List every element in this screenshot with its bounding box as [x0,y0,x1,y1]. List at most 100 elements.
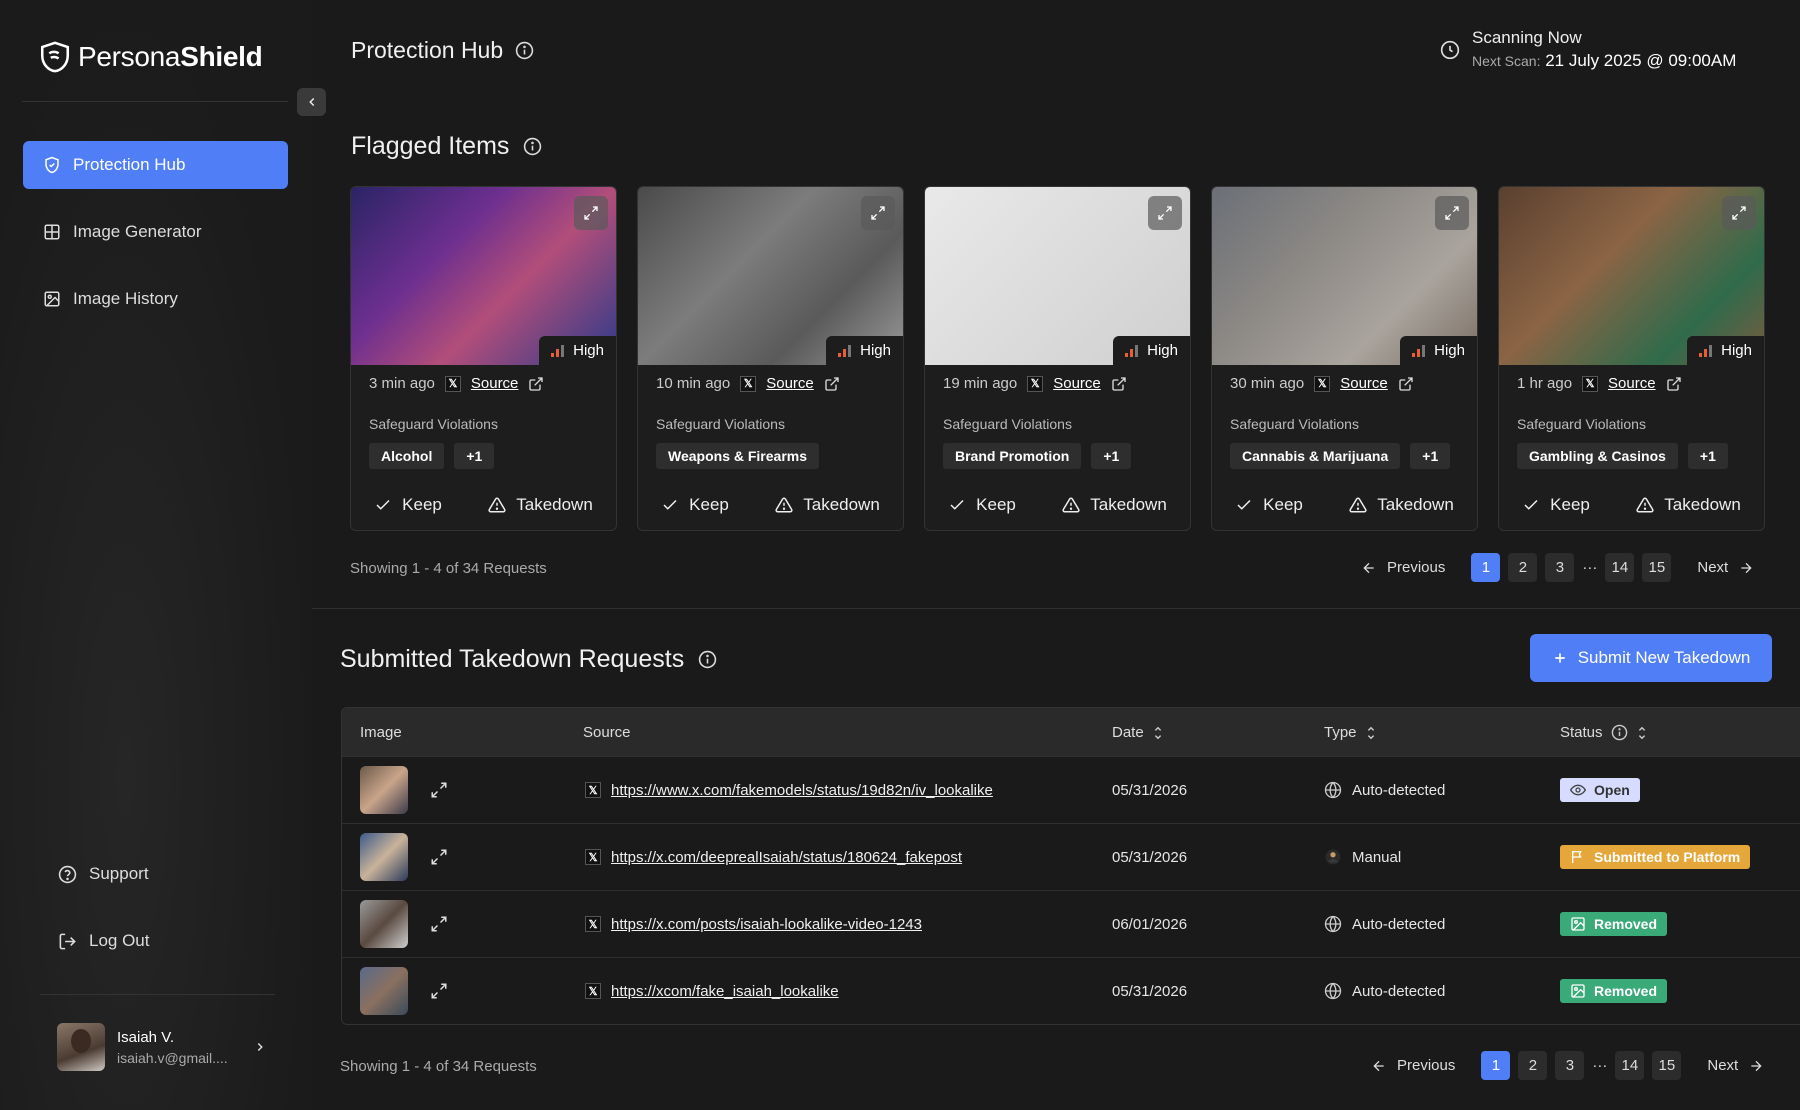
column-date[interactable]: Date [1112,724,1164,741]
keep-button[interactable]: Keep [374,495,442,515]
logout-link[interactable]: Log Out [58,931,150,951]
check-icon [663,499,677,510]
sort-icon [1154,726,1161,739]
brand-logo[interactable]: PersonaShield [38,40,263,74]
signal-bars-icon [1125,344,1139,357]
flagged-image[interactable]: High [1499,187,1764,365]
check-icon [1524,499,1538,510]
next-page-button[interactable]: Next [1707,1057,1764,1074]
expand-icon[interactable] [430,982,448,1000]
source-link[interactable]: Source [1053,375,1101,392]
page-2-button[interactable]: 2 [1508,553,1538,582]
takedown-thumbnail[interactable] [360,967,408,1015]
takedown-button[interactable]: Takedown [1349,495,1454,515]
x-logo-icon: 𝕏 [585,983,601,999]
scan-status: Scanning Now Next Scan: 21 July 2025 @ 0… [1440,28,1736,71]
warning-icon [488,497,506,513]
source-url-link[interactable]: https://xcom/fake_isaiah_lookalike [611,983,839,1000]
row-type-cell: Auto-detected [1324,757,1445,823]
external-link-icon[interactable] [1111,376,1127,392]
violation-more-tag[interactable]: +1 [1410,443,1451,469]
next-page-button[interactable]: Next [1697,559,1754,576]
takedown-thumbnail[interactable] [360,900,408,948]
signal-bars-icon [838,344,852,357]
page-3-button[interactable]: 3 [1555,1051,1585,1080]
source-url-link[interactable]: https://x.com/deeprealIsaiah/status/1806… [611,849,962,866]
row-source-cell: 𝕏https://xcom/fake_isaiah_lookalike [585,958,839,1024]
user-profile[interactable]: Isaiah V. isaiah.v@gmail.... [57,1023,267,1071]
external-link-icon[interactable] [824,376,840,392]
takedown-thumbnail[interactable] [360,833,408,881]
row-image-cell [360,824,448,890]
check-icon [950,499,964,510]
row-date: 05/31/2026 [1112,982,1188,1000]
flagged-image[interactable]: High [351,187,616,365]
sidebar-item-image-generator[interactable]: Image Generator [23,208,288,256]
violation-more-tag[interactable]: +1 [1091,443,1132,469]
column-status[interactable]: Status [1560,724,1648,741]
keep-button[interactable]: Keep [661,495,729,515]
expand-button[interactable] [574,196,608,230]
flagged-pager-info: Showing 1 - 4 of 34 Requests [350,560,547,577]
warning-icon [775,497,793,513]
keep-button[interactable]: Keep [948,495,1016,515]
expand-button[interactable] [861,196,895,230]
source-url-link[interactable]: https://www.x.com/fakemodels/status/19d8… [611,782,993,799]
keep-button[interactable]: Keep [1522,495,1590,515]
status-badge: Open [1560,778,1640,802]
page-14-button[interactable]: 14 [1615,1051,1645,1080]
severity-badge: High [826,336,903,365]
expand-icon[interactable] [430,848,448,866]
sidebar-item-image-history[interactable]: Image History [23,275,288,323]
page-1-button[interactable]: 1 [1481,1051,1511,1080]
external-link-icon[interactable] [1666,376,1682,392]
support-link[interactable]: Support [58,864,149,884]
violation-more-tag[interactable]: +1 [454,443,495,469]
source-link[interactable]: Source [1340,375,1388,392]
previous-page-button[interactable]: Previous [1361,559,1445,576]
expand-button[interactable] [1435,196,1469,230]
severity-badge: High [1400,336,1477,365]
page-2-button[interactable]: 2 [1518,1051,1548,1080]
expand-button[interactable] [1722,196,1756,230]
external-link-icon[interactable] [1398,376,1414,392]
page-ellipsis: ··· [1582,559,1598,576]
page-1-button[interactable]: 1 [1471,553,1501,582]
flagged-image[interactable]: High [925,187,1190,365]
row-type-cell: Manual [1324,824,1401,890]
page-15-button[interactable]: 15 [1652,1051,1682,1080]
violation-more-tag[interactable]: +1 [1687,443,1728,469]
flagged-image[interactable]: High [1212,187,1477,365]
takedown-button[interactable]: Takedown [488,495,593,515]
info-icon[interactable] [698,650,717,669]
expand-button[interactable] [1148,196,1182,230]
submit-new-takedown-button[interactable]: Submit New Takedown [1530,634,1772,682]
expand-icon[interactable] [430,781,448,799]
info-icon[interactable] [523,137,542,156]
takedown-button[interactable]: Takedown [775,495,880,515]
violations-label: Safeguard Violations [656,416,785,432]
source-link[interactable]: Source [1608,375,1656,392]
takedown-pager-info: Showing 1 - 4 of 34 Requests [340,1058,537,1075]
collapse-sidebar-button[interactable] [297,88,326,116]
page-3-button[interactable]: 3 [1545,553,1575,582]
takedown-thumbnail[interactable] [360,766,408,814]
takedown-button[interactable]: Takedown [1636,495,1741,515]
source-url-link[interactable]: https://x.com/posts/isaiah-lookalike-vid… [611,916,922,933]
keep-button[interactable]: Keep [1235,495,1303,515]
takedown-button[interactable]: Takedown [1062,495,1167,515]
card-time: 3 min ago [369,375,435,392]
row-date: 06/01/2026 [1112,915,1188,933]
sidebar-item-protection-hub[interactable]: Protection Hub [23,141,288,189]
column-type[interactable]: Type [1324,724,1377,741]
expand-icon[interactable] [430,915,448,933]
external-link-icon[interactable] [528,376,544,392]
status-badge: Submitted to Platform [1560,845,1751,869]
page-15-button[interactable]: 15 [1642,553,1672,582]
source-link[interactable]: Source [471,375,519,392]
source-link[interactable]: Source [766,375,814,392]
flagged-image[interactable]: High [638,187,903,365]
info-icon[interactable] [515,41,534,60]
previous-page-button[interactable]: Previous [1371,1057,1455,1074]
page-14-button[interactable]: 14 [1605,553,1635,582]
